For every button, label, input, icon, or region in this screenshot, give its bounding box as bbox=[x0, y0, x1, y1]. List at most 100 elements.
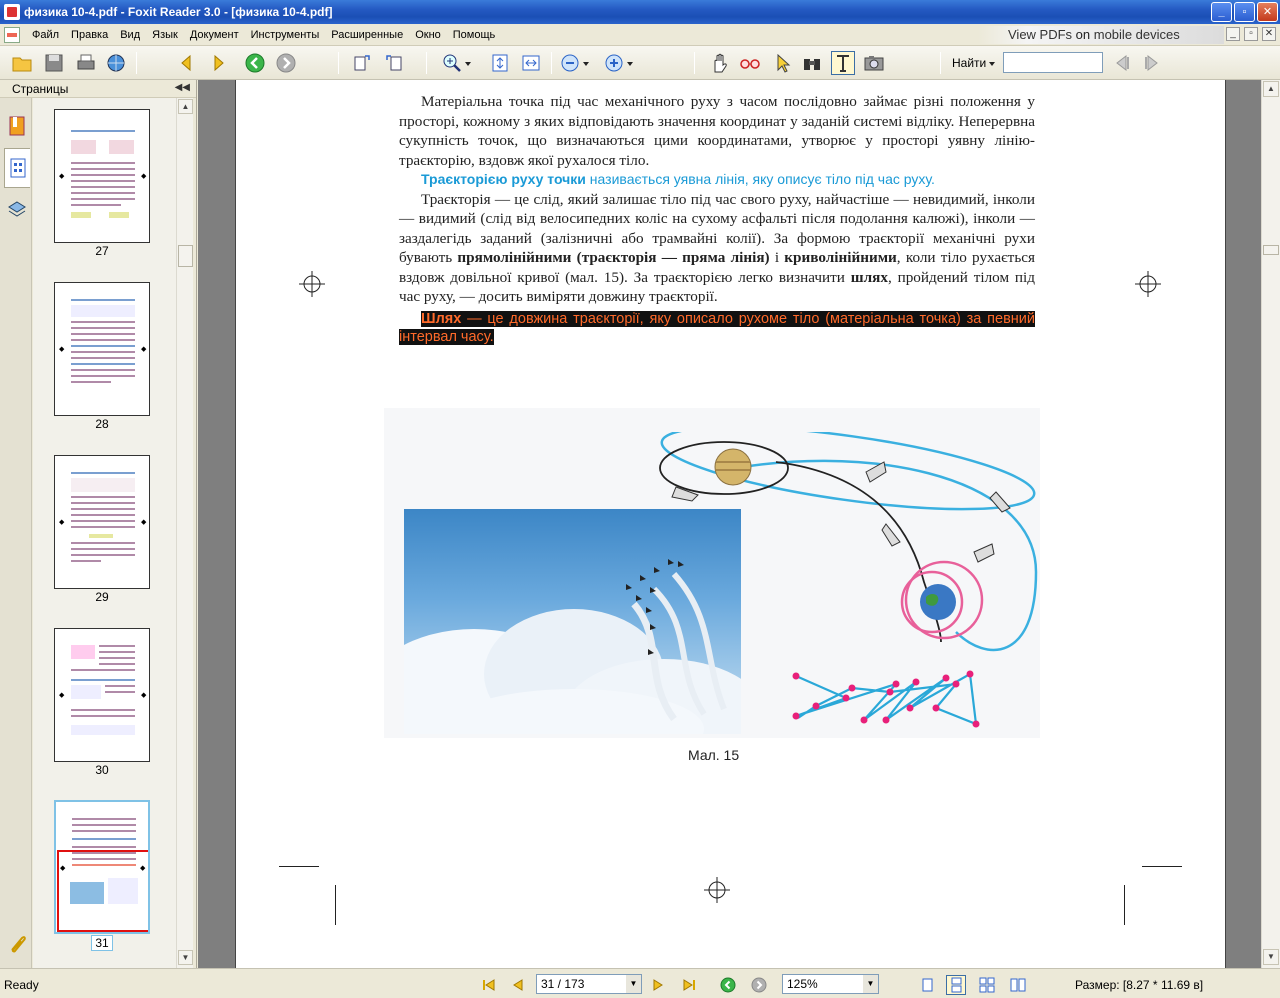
find-label: Найти bbox=[952, 56, 987, 70]
rotate-left-icon[interactable] bbox=[350, 51, 374, 75]
find-next-icon[interactable] bbox=[1140, 51, 1164, 75]
menu-advanced[interactable]: Расширенные bbox=[325, 29, 409, 41]
doc-close-button[interactable]: ✕ bbox=[1262, 27, 1276, 41]
page-thumbnail[interactable]: ◆ ◆ bbox=[54, 455, 150, 589]
close-button[interactable]: ✕ bbox=[1257, 2, 1278, 22]
doc-restore-button[interactable]: ▫ bbox=[1244, 27, 1258, 41]
go-forward-status-icon[interactable] bbox=[749, 975, 769, 995]
go-forward-icon[interactable] bbox=[274, 51, 298, 75]
find-previous-icon[interactable] bbox=[1110, 51, 1134, 75]
document-scroll-thumb[interactable] bbox=[1263, 245, 1279, 255]
scroll-up-arrow-icon[interactable]: ▲ bbox=[1263, 81, 1279, 97]
crop-mark bbox=[1142, 866, 1182, 867]
maximize-button[interactable]: ▫ bbox=[1234, 2, 1255, 22]
page-body: Матеріальна точка під час механічного ру… bbox=[399, 92, 1035, 346]
menu-bar: Файл Правка Вид Язык Документ Инструмент… bbox=[0, 24, 1280, 46]
binoculars-icon[interactable] bbox=[800, 51, 824, 75]
definition-path-block: Шлях — це довжина траєкторії, яку описал… bbox=[399, 310, 1035, 346]
visible-area-frame[interactable] bbox=[57, 850, 148, 932]
definition-path-text: — це довжина траєкторії, яку описало рух… bbox=[399, 310, 1035, 345]
zoom-out-dropdown-icon[interactable] bbox=[580, 51, 592, 75]
crop-mark bbox=[335, 885, 336, 925]
document-view[interactable]: Матеріальна точка під час механічного ру… bbox=[198, 80, 1261, 968]
hand-tool-icon[interactable] bbox=[708, 51, 732, 75]
promo-on: on bbox=[1075, 27, 1091, 42]
zoom-out-icon[interactable] bbox=[558, 51, 582, 75]
page-thumbnail-current[interactable]: ◆ ◆ bbox=[54, 800, 150, 934]
menu-tools[interactable]: Инструменты bbox=[245, 29, 326, 41]
random-path-diagram bbox=[792, 670, 980, 728]
mobile-promo-banner[interactable]: View PDFs on mobile devices bbox=[978, 26, 1224, 44]
previous-page-status-icon[interactable] bbox=[508, 975, 528, 995]
menu-view[interactable]: Вид bbox=[114, 29, 146, 41]
save-icon[interactable] bbox=[42, 51, 66, 75]
document-scrollbar[interactable]: ▲ ▼ bbox=[1261, 80, 1280, 968]
scroll-up-arrow-icon[interactable]: ▲ bbox=[178, 99, 193, 114]
continuous-view-icon[interactable] bbox=[946, 975, 966, 995]
document-icon[interactable] bbox=[4, 26, 20, 43]
pages-sidebar: Страницы ◀◀ ◆ ◆ 27 ◆ ◆ 28 ◆ ◆ 29 ◆ ◆ 30 … bbox=[0, 80, 197, 968]
snapshot-camera-icon[interactable] bbox=[862, 51, 886, 75]
main-toolbar: Найти bbox=[0, 46, 1280, 80]
fit-width-icon[interactable] bbox=[519, 51, 543, 75]
menu-document[interactable]: Документ bbox=[184, 29, 245, 41]
bookmarks-tab-icon[interactable] bbox=[4, 106, 30, 146]
find-options-dropdown-icon[interactable] bbox=[986, 51, 998, 75]
sidebar-tabs bbox=[0, 98, 32, 968]
go-back-icon[interactable] bbox=[243, 51, 267, 75]
sidebar-scrollbar[interactable]: ▲ ▼ bbox=[176, 98, 193, 968]
fit-page-icon[interactable] bbox=[488, 51, 512, 75]
minimize-button[interactable]: _ bbox=[1211, 2, 1232, 22]
zoom-in-tool-icon[interactable] bbox=[440, 51, 464, 75]
email-globe-icon[interactable] bbox=[104, 51, 128, 75]
next-page-status-icon[interactable] bbox=[648, 975, 668, 995]
crop-mark bbox=[279, 866, 319, 867]
loupe-glasses-icon[interactable] bbox=[738, 51, 762, 75]
sidebar-title: Страницы bbox=[12, 81, 69, 96]
go-back-status-icon[interactable] bbox=[718, 975, 738, 995]
page-thumbnail[interactable]: ◆ ◆ bbox=[54, 628, 150, 762]
menu-language[interactable]: Язык bbox=[146, 29, 184, 41]
doc-minimize-button[interactable]: _ bbox=[1226, 27, 1240, 41]
print-icon[interactable] bbox=[74, 51, 98, 75]
zoom-in-icon[interactable] bbox=[602, 51, 626, 75]
page-thumbnail[interactable]: ◆ ◆ bbox=[54, 282, 150, 416]
continuous-facing-view-icon[interactable] bbox=[1008, 975, 1028, 995]
paragraph-1: Матеріальна точка під час механічного ру… bbox=[399, 93, 1035, 169]
layers-tab-icon[interactable] bbox=[4, 190, 30, 230]
menu-edit[interactable]: Правка bbox=[65, 29, 114, 41]
page-number-value: 31 / 173 bbox=[541, 977, 585, 991]
menu-window[interactable]: Окно bbox=[409, 29, 447, 41]
facing-view-icon[interactable] bbox=[977, 975, 997, 995]
zoom-in-dropdown-icon[interactable] bbox=[624, 51, 636, 75]
registration-mark-icon bbox=[704, 877, 730, 903]
previous-page-icon[interactable] bbox=[175, 51, 199, 75]
scroll-down-arrow-icon[interactable]: ▼ bbox=[178, 950, 193, 965]
thumbnail-page-number-current: 31 bbox=[54, 935, 150, 951]
sidebar-scroll-thumb[interactable] bbox=[178, 245, 193, 267]
page-number-field[interactable]: 31 / 173 ▼ bbox=[536, 974, 642, 994]
pages-tab-icon[interactable] bbox=[4, 148, 30, 188]
definition-path-highlighted[interactable]: Шлях — це довжина траєкторії, яку описал… bbox=[399, 310, 1035, 345]
collapse-sidebar-icon[interactable]: ◀◀ bbox=[175, 82, 190, 93]
first-page-icon[interactable] bbox=[479, 975, 499, 995]
single-page-view-icon[interactable] bbox=[917, 975, 937, 995]
attachments-tab-icon[interactable] bbox=[4, 924, 30, 964]
scroll-down-arrow-icon[interactable]: ▼ bbox=[1263, 949, 1279, 965]
next-page-icon[interactable] bbox=[206, 51, 230, 75]
page-dropdown-icon[interactable]: ▼ bbox=[626, 975, 641, 993]
select-arrow-icon[interactable] bbox=[770, 51, 794, 75]
find-input[interactable] bbox=[1003, 52, 1103, 73]
foxit-app-icon bbox=[4, 4, 20, 20]
open-icon[interactable] bbox=[10, 51, 34, 75]
last-page-icon[interactable] bbox=[679, 975, 699, 995]
menu-file[interactable]: Файл bbox=[26, 29, 65, 41]
page-thumbnail[interactable]: ◆ ◆ bbox=[54, 109, 150, 243]
text-select-tool-icon[interactable] bbox=[831, 51, 855, 75]
zoom-dropdown-icon[interactable]: ▼ bbox=[863, 975, 878, 993]
registration-mark-icon bbox=[299, 271, 325, 297]
zoom-tool-dropdown-icon[interactable] bbox=[462, 51, 474, 75]
rotate-right-icon[interactable] bbox=[382, 51, 406, 75]
zoom-level-field[interactable]: 125% ▼ bbox=[782, 974, 879, 994]
menu-help[interactable]: Помощь bbox=[447, 29, 502, 41]
